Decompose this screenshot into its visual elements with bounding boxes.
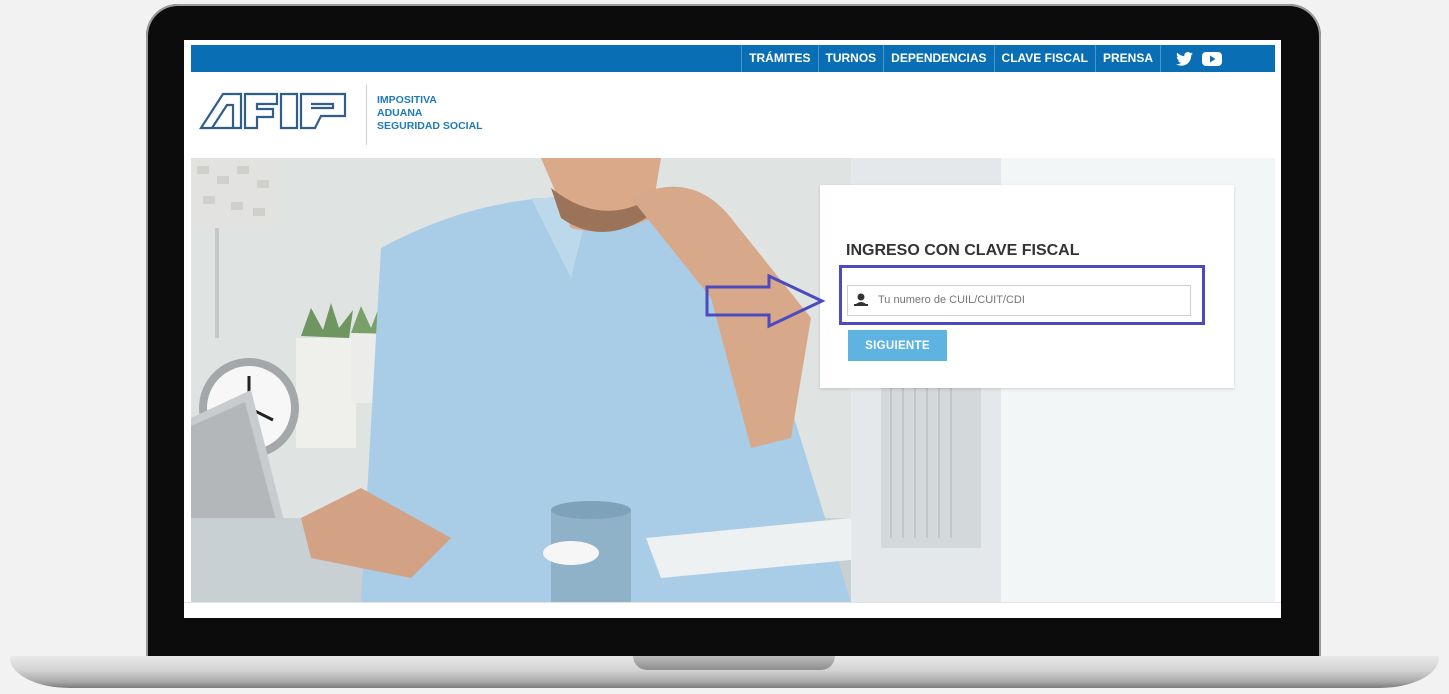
site-header: IMPOSITIVA ADUANA SEGURIDAD SOCIAL bbox=[191, 72, 1275, 159]
afip-logo[interactable] bbox=[198, 92, 349, 135]
nav-item-clave-fiscal[interactable]: CLAVE FISCAL bbox=[993, 45, 1095, 72]
social-links bbox=[1160, 45, 1235, 72]
browser-screen: TRÁMITES TURNOS DEPENDENCIAS CLAVE FISCA… bbox=[184, 40, 1281, 618]
logo-tagline: IMPOSITIVA ADUANA SEGURIDAD SOCIAL bbox=[377, 94, 483, 133]
nav-item-turnos[interactable]: TURNOS bbox=[817, 45, 884, 72]
top-nav-bar: TRÁMITES TURNOS DEPENDENCIAS CLAVE FISCA… bbox=[191, 45, 1275, 72]
nav-item-dependencias[interactable]: DEPENDENCIAS bbox=[883, 45, 993, 72]
hero-section: INGRESO CON CLAVE FISCAL SIGUIENTE bbox=[191, 158, 1275, 602]
login-card: INGRESO CON CLAVE FISCAL SIGUIENTE bbox=[820, 185, 1234, 388]
annotation-arrow-icon bbox=[705, 273, 826, 329]
cuit-input[interactable] bbox=[878, 288, 1178, 311]
tagline-line: SEGURIDAD SOCIAL bbox=[377, 120, 483, 132]
laptop-notch bbox=[633, 656, 835, 670]
twitter-icon[interactable] bbox=[1174, 51, 1194, 66]
tagline-line: ADUANA bbox=[377, 107, 423, 119]
page-footer-strip bbox=[184, 602, 1281, 618]
siguiente-button[interactable]: SIGUIENTE bbox=[848, 330, 947, 361]
top-nav: TRÁMITES TURNOS DEPENDENCIAS CLAVE FISCA… bbox=[741, 45, 1235, 72]
cuit-field[interactable] bbox=[847, 285, 1191, 316]
nav-item-prensa[interactable]: PRENSA bbox=[1094, 45, 1160, 72]
tagline-line: IMPOSITIVA bbox=[377, 94, 437, 106]
logo-divider bbox=[366, 85, 367, 145]
user-icon bbox=[854, 293, 868, 311]
login-title: INGRESO CON CLAVE FISCAL bbox=[846, 242, 1080, 259]
nav-item-tramites[interactable]: TRÁMITES bbox=[741, 45, 817, 72]
youtube-icon[interactable] bbox=[1202, 51, 1222, 66]
